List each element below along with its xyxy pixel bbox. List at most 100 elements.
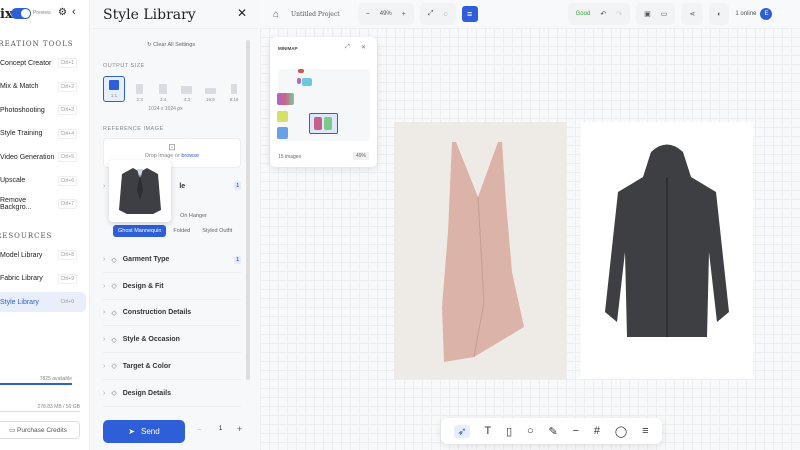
section-icon: ◇ [111,363,117,371]
quantity-value[interactable]: 1 [219,426,222,432]
card-icon: ▭ [9,427,18,434]
zoom-out-button[interactable]: − [366,11,370,18]
nav-item[interactable]: Upscale Ctrl+6 [0,171,86,191]
text-icon[interactable]: T [485,425,492,437]
section-accordion[interactable]: › ◇ Design & Fit [103,274,241,300]
nav-item[interactable]: Concept Creator Ctrl+1 [0,53,86,73]
canvas-image-dress[interactable] [394,122,566,379]
minimap-close-icon[interactable]: ✕ [361,44,366,51]
ratio-option[interactable]: 2:3 [131,84,149,102]
section-accordion[interactable]: › ◇ Target & Color [103,354,241,380]
storage-bar [0,411,80,412]
nav-item[interactable]: Model Library Ctrl+8 [0,245,86,265]
nav-item[interactable]: Mix & Match Ctrl+2 [0,77,86,97]
credits-bar [0,383,72,385]
increment-button[interactable]: + [237,424,242,434]
project-title[interactable]: Untitled Project [291,11,340,18]
section-accordion[interactable]: › ◇ Style & Occasion [103,327,241,354]
frame-icon[interactable]: # [594,425,600,437]
reference-image-label: REFERENCE IMAGE [103,126,164,132]
layers-button[interactable]: ≡ [461,6,478,22]
style-option-styled-outfit[interactable]: Styled Outfit [197,225,237,237]
nav-item[interactable]: Remove Backgro... Ctrl+7 [0,194,86,214]
image-icon[interactable]: ▣ [644,10,651,18]
credits-text: 7825 available [39,376,72,382]
menu-icon[interactable]: ≡ [642,425,648,437]
dress-image [442,142,524,362]
section-icon: ◇ [111,283,117,291]
select-icon[interactable]: ➶ [454,424,470,438]
circle-icon[interactable]: ○ [527,425,534,437]
comment-icon[interactable]: ◯ [615,425,627,438]
undo-icon[interactable]: ↶ [600,10,606,18]
home-icon[interactable]: ⌂ [273,9,279,20]
purchase-credits-button[interactable]: ▭ Purchase Credits [0,421,80,439]
zoom-controls: − 49% + [357,3,414,25]
line-icon[interactable]: − [573,425,579,437]
pen-icon[interactable]: ✎ [549,425,558,438]
note-icon[interactable]: ▯ [506,425,512,438]
dimensions-text: 1024 x 1024 px [148,106,183,112]
preview-toggle[interactable] [11,8,31,19]
ratio-option[interactable]: 3:4 [154,84,172,102]
redo-icon[interactable]: ↷ [616,10,622,18]
clear-settings-button[interactable]: ↻ Clear All Settings [147,42,195,48]
style-library-panel: Style Library ✕ ↻ Clear All Settings OUT… [93,0,258,450]
blazer-image [119,168,161,214]
avatar[interactable]: E [760,8,773,20]
collapse-chevron-icon[interactable]: ‹ [72,6,76,18]
online-count: 1 online [735,11,757,17]
sidebar: ix Preview ⚙ ‹ CREATION TOOLS Concept Cr… [0,0,90,450]
ratio-option[interactable]: 4:3 [178,86,196,102]
fit-icon[interactable]: ⤢ [428,10,434,18]
preview-label: Preview [33,10,51,16]
resources-title: RESOURCES [0,232,53,240]
section-accordion[interactable]: › ◇ Construction Details [103,300,241,327]
send-icon: ➤ [128,427,135,436]
expand-icon[interactable]: ⤢ [345,44,350,51]
nav-item[interactable]: Video Generation Ctrl+5 [0,147,86,167]
canvas-image-jacket[interactable] [581,122,753,379]
minimap: MINIMAP ⤢ ✕ 15 images 49% [270,37,377,167]
ratio-option[interactable]: 1:1 [103,76,125,102]
panel-scrollbar[interactable] [246,40,250,380]
decrement-button[interactable]: − [197,425,202,434]
zoom-in-button[interactable]: + [402,11,406,18]
minimap-zoom: 49% [353,152,370,160]
nav-item[interactable]: Style Training Ctrl+4 [0,124,86,144]
section-icon: ◇ [111,336,117,344]
top-bar: ⌂ Untitled Project −49% + ⤢ ◌ ≡ Good ↶ ↷ ▣ ▭ … [260,0,800,28]
creation-tools-title: CREATION TOOLS [0,40,74,48]
section-icon: ◇ [111,390,117,397]
style-option-on-hanger[interactable]: On Hanger [180,213,207,219]
ratio-option[interactable]: 9:16 [225,84,243,102]
browse-link[interactable]: browse [181,153,199,159]
share-icon[interactable]: ⋖ [681,3,704,25]
video-icon[interactable]: ▭ [661,10,668,18]
section-accordion[interactable]: › ◇ Design Details [103,381,241,407]
nav-item[interactable]: Photoshooting Ctrl+3 [0,100,86,120]
nav-item[interactable]: Style Library Ctrl+0 [0,292,86,312]
close-icon[interactable]: ✕ [237,6,247,20]
style-option-ghost-mannequin[interactable]: Ghost Mannequin [113,225,167,237]
image-count: 15 images [278,154,302,160]
dark-mode-icon[interactable]: ◐ [709,3,730,25]
output-size-label: OUTPUT SIZE [103,63,145,69]
zoom-level: 49% [379,11,392,17]
minimap-viewport[interactable] [277,69,370,141]
section-accordion[interactable]: › ◇ Garment Type 1 [103,247,241,273]
palette-icon[interactable]: ◌ [443,11,447,18]
gear-icon[interactable]: ⚙ [58,7,67,18]
send-button[interactable]: ➤ Send [103,420,185,443]
style-option-folded[interactable]: Folded [168,225,195,237]
ratio-option[interactable]: 16:9 [201,88,219,102]
image-icon: ⊡ [168,142,176,152]
storage-text: 278.83 MB / 50 GB [37,404,80,410]
minimap-title: MINIMAP [278,46,298,51]
section-icon: ◇ [111,256,117,264]
section-icon: ◇ [111,309,117,317]
reference-thumbnail[interactable] [109,160,171,222]
jacket-image [605,144,729,337]
connection-status: Good [575,11,591,17]
nav-item[interactable]: Fabric Library Ctrl+9 [0,269,86,289]
